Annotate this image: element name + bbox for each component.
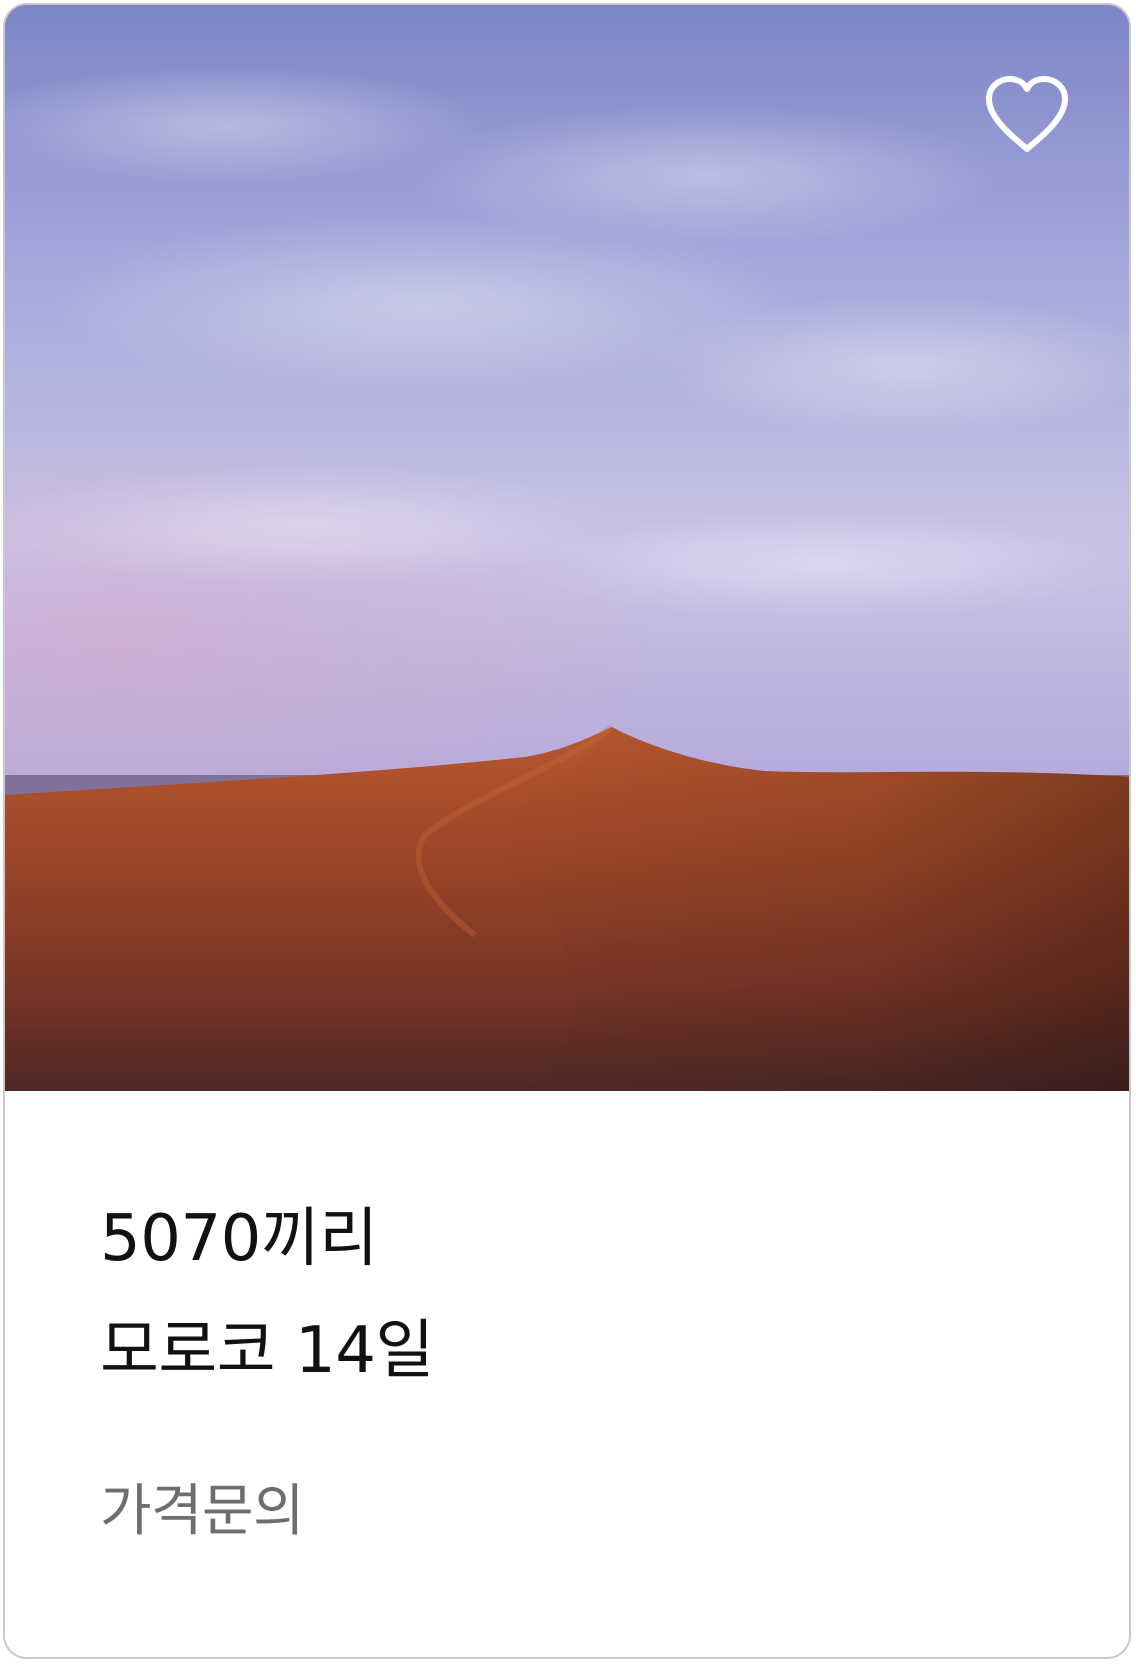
product-info: 5070끼리 모로코 14일 가격문의 (5, 1091, 1129, 1657)
product-title[interactable]: 5070끼리 모로코 14일 (100, 1183, 434, 1407)
price-label: 가격문의 (100, 1479, 305, 1544)
product-card[interactable]: 5070끼리 모로코 14일 가격문의 (3, 3, 1131, 1659)
desert-photo (5, 5, 1129, 1091)
heart-outline-icon (986, 76, 1068, 152)
favorite-button[interactable] (981, 73, 1073, 157)
product-image[interactable] (5, 5, 1129, 1091)
